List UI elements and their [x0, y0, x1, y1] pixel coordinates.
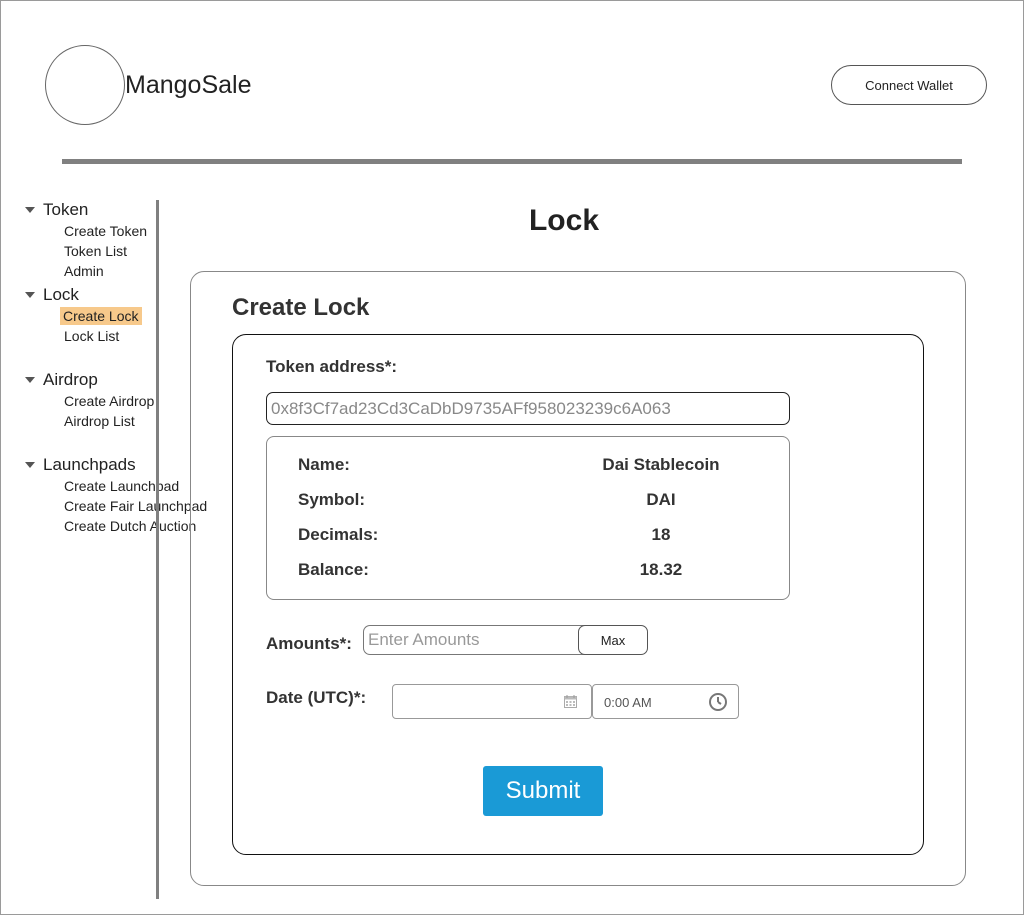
page-title: Lock: [528, 204, 600, 237]
sidebar-group-launchpads[interactable]: Launchpads: [25, 455, 136, 475]
date-picker-input[interactable]: [392, 684, 592, 719]
card-title: Create Lock: [232, 294, 370, 321]
connect-wallet-button[interactable]: Connect Wallet: [831, 65, 987, 105]
token-symbol-key: Symbol:: [298, 490, 366, 509]
token-symbol-value: DAI: [646, 490, 676, 509]
token-name-key: Name:: [298, 455, 350, 474]
sidebar-group-label: Airdrop: [43, 370, 98, 389]
time-picker-input[interactable]: 0:00 AM: [592, 684, 739, 719]
caret-down-icon: [25, 462, 35, 468]
header-divider: [62, 159, 962, 164]
token-balance-key: Balance:: [298, 560, 369, 579]
token-balance-value: 18.32: [639, 560, 683, 579]
sidebar-divider: [156, 200, 159, 899]
token-address-label: Token address*:: [266, 357, 398, 376]
caret-down-icon: [25, 292, 35, 298]
sidebar-group-lock[interactable]: Lock: [25, 285, 79, 305]
token-decimals-value: 18: [651, 525, 671, 544]
sidebar-group-label: Launchpads: [43, 455, 136, 474]
sidebar-group-token[interactable]: Token: [25, 200, 88, 220]
calendar-icon[interactable]: [564, 695, 577, 708]
token-address-input[interactable]: [266, 392, 790, 425]
amounts-label: Amounts*:: [266, 634, 352, 653]
sidebar-item-create-fair-launchpad[interactable]: Create Fair Launchpad: [63, 497, 208, 515]
time-value: 0:00 AM: [604, 695, 652, 710]
sidebar-item-create-dutch-auction[interactable]: Create Dutch Auction: [63, 517, 197, 535]
clock-icon[interactable]: [708, 692, 728, 712]
token-decimals-key: Decimals:: [298, 525, 379, 544]
sidebar-group-label: Lock: [43, 285, 79, 304]
sidebar-item-create-lock[interactable]: Create Lock: [60, 307, 143, 325]
max-button[interactable]: Max: [578, 625, 648, 655]
submit-button[interactable]: Submit: [483, 766, 603, 816]
sidebar-item-create-token[interactable]: Create Token: [63, 222, 148, 240]
sidebar-item-admin[interactable]: Admin: [63, 262, 105, 280]
sidebar-item-create-launchpad[interactable]: Create Launchpad: [63, 477, 180, 495]
caret-down-icon: [25, 377, 35, 383]
token-name-value: Dai Stablecoin: [602, 455, 720, 474]
date-label: Date (UTC)*:: [266, 688, 367, 707]
sidebar-item-airdrop-list[interactable]: Airdrop List: [63, 412, 136, 430]
logo-circle: [45, 45, 125, 125]
sidebar-item-lock-list[interactable]: Lock List: [63, 327, 120, 345]
app-name: MangoSale: [125, 71, 252, 99]
caret-down-icon: [25, 207, 35, 213]
sidebar-group-airdrop[interactable]: Airdrop: [25, 370, 98, 390]
sidebar-item-token-list[interactable]: Token List: [63, 242, 128, 260]
sidebar-item-create-airdrop[interactable]: Create Airdrop: [63, 392, 155, 410]
sidebar-group-label: Token: [43, 200, 89, 219]
amounts-input[interactable]: [363, 625, 585, 655]
